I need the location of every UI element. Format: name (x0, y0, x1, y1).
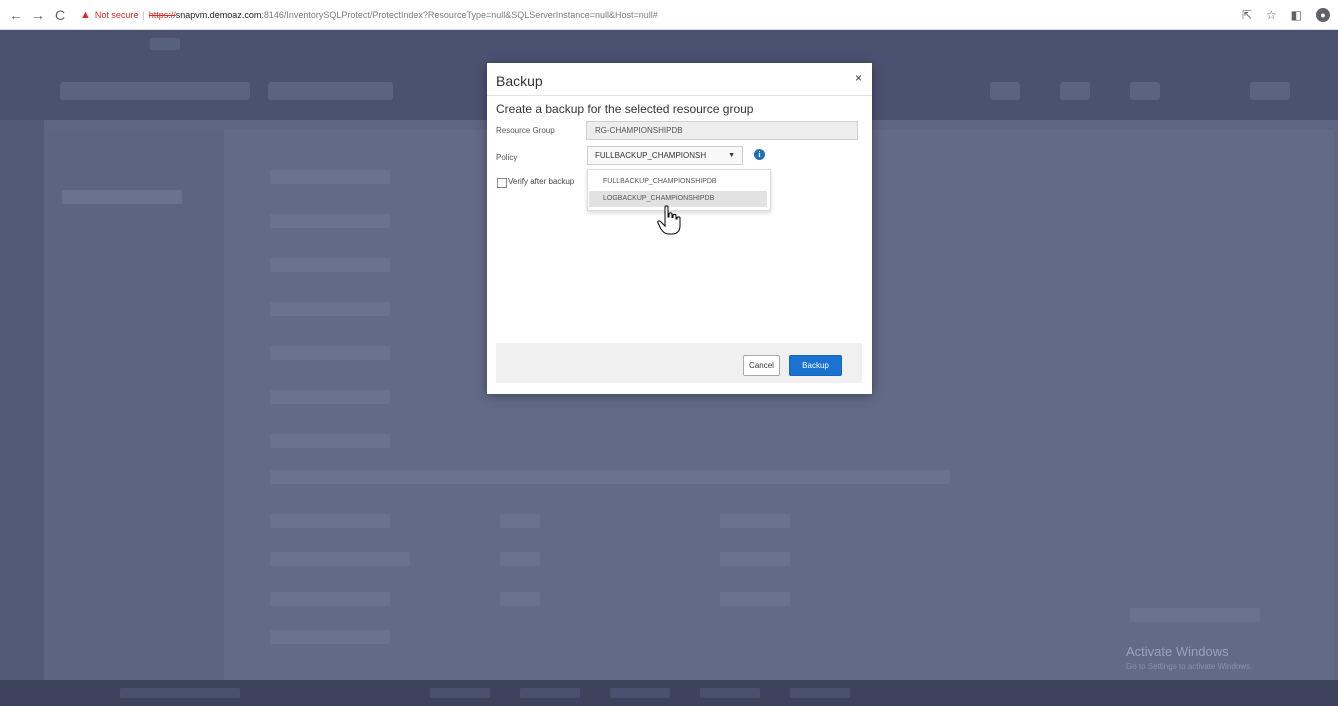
table-row (720, 552, 790, 566)
backup-button[interactable]: Backup (789, 355, 842, 376)
table-row (270, 630, 390, 644)
table-row (270, 346, 390, 360)
table-row (270, 434, 390, 448)
table-row (1130, 608, 1260, 622)
verify-label[interactable]: Verify after backup (508, 177, 574, 186)
activate-windows-title: Activate Windows (1126, 644, 1229, 659)
table-row (270, 170, 390, 184)
reload-icon[interactable]: C (52, 7, 68, 23)
url-scheme: https:// (148, 9, 176, 20)
dialog-subtitle: Create a backup for the selected resourc… (496, 102, 754, 116)
url-host: snapvm.demoaz.com (175, 9, 262, 20)
browser-actions: ⇱ ☆ ◧ ● (1242, 0, 1330, 30)
info-icon[interactable]: i (754, 149, 765, 160)
dialog-footer: Cancel Backup (496, 343, 862, 383)
table-row (720, 514, 790, 528)
header-nav-item (60, 82, 250, 100)
table-row (500, 552, 540, 566)
footer-item (520, 688, 580, 698)
header-nav-item (1130, 82, 1160, 100)
footer-item (700, 688, 760, 698)
table-row (270, 592, 390, 606)
table-row (500, 592, 540, 606)
policy-selected-value: FULLBACKUP_CHAMPIONSH (595, 151, 707, 160)
table-row (270, 390, 390, 404)
dialog-divider (487, 95, 872, 96)
warning-icon: ▲ (80, 8, 91, 21)
footer-item (790, 688, 850, 698)
side-list (44, 130, 224, 680)
resource-group-field: RG-CHAMPIONSHIPDB (586, 121, 858, 140)
policy-select[interactable]: FULLBACKUP_CHAMPIONSH ▼ (587, 146, 743, 165)
policy-label: Policy (496, 153, 518, 162)
header-nav-item (1060, 82, 1090, 100)
caret-down-icon: ▼ (728, 152, 735, 159)
address-bar[interactable]: ▲ Not secure | https:// snapvm.demoaz.co… (80, 9, 658, 21)
activate-windows-subtitle: Go to Settings to activate Windows. (1126, 662, 1253, 671)
table-row (720, 592, 790, 606)
header-nav-item (990, 82, 1020, 100)
dialog-title: Backup (496, 73, 543, 89)
policy-option[interactable]: FULLBACKUP_CHAMPIONSHIPDB (589, 174, 767, 190)
back-arrow-icon[interactable]: ← (8, 7, 24, 23)
browser-toolbar: ← → C ▲ Not secure | https:// snapvm.dem… (0, 0, 1338, 30)
profile-icon[interactable]: ● (1316, 8, 1330, 22)
app-footer (0, 680, 1338, 706)
close-icon[interactable]: × (855, 71, 862, 85)
table-row (500, 514, 540, 528)
table-row (270, 214, 390, 228)
hand-pointer-icon (657, 205, 681, 235)
header-nav-item (1250, 82, 1290, 100)
table-row (270, 552, 410, 566)
backup-dialog: Backup × Create a backup for the selecte… (487, 63, 872, 394)
footer-item (610, 688, 670, 698)
verify-checkbox[interactable] (497, 178, 507, 188)
footer-item (430, 688, 490, 698)
table-row (270, 470, 950, 484)
resource-group-label: Resource Group (496, 126, 555, 135)
not-secure-label[interactable]: Not secure (95, 10, 139, 20)
url-path: :8146/InventorySQLProtect/ProtectIndex?R… (261, 9, 658, 20)
star-icon[interactable]: ☆ (1266, 8, 1277, 22)
table-row (270, 302, 390, 316)
left-rail (0, 120, 44, 680)
table-row (270, 258, 390, 272)
table-row (62, 190, 182, 204)
header-nav-item (268, 82, 393, 100)
address-separator: | (142, 9, 145, 20)
sidebar-icon[interactable]: ◧ (1291, 8, 1302, 22)
forward-arrow-icon[interactable]: → (30, 7, 46, 23)
share-icon[interactable]: ⇱ (1242, 8, 1252, 22)
cancel-button[interactable]: Cancel (743, 355, 780, 376)
table-row (270, 514, 390, 528)
footer-item (120, 688, 240, 698)
header-tab (150, 38, 180, 50)
